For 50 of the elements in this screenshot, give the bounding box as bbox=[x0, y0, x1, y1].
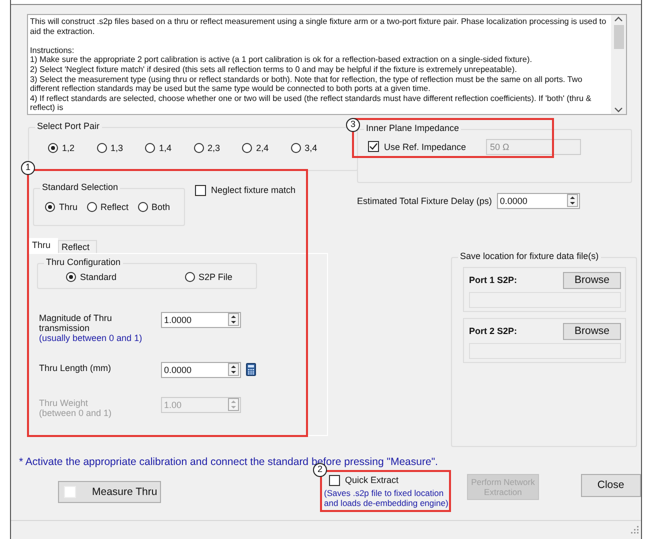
fixture-delay-label: Estimated Total Fixture Delay (ps) bbox=[357, 196, 492, 206]
port-pair-radio[interactable]: 2,3 bbox=[194, 142, 220, 153]
field-label: Thru Length (mm) bbox=[39, 362, 112, 373]
vertical-scrollbar[interactable] bbox=[611, 15, 626, 114]
port-pair-radio[interactable]: 1,4 bbox=[145, 142, 172, 153]
callout-number: 1 bbox=[21, 160, 35, 175]
description-text: 2) Select 'Neglect fixture match' if desired (this sets all reflection terms to 0 and may be helpful if the fixture is extremely unrepeatable). bbox=[30, 64, 518, 75]
measure-button[interactable]: Measure Thru bbox=[58, 480, 162, 503]
scrollbar-thumb[interactable] bbox=[614, 25, 624, 49]
field-label: Thru Weight bbox=[39, 398, 89, 408]
thru-config-radio[interactable]: Standard bbox=[66, 272, 117, 282]
description-text: Instructions: bbox=[30, 46, 76, 56]
measurement-type-radio[interactable]: Thru bbox=[45, 202, 78, 212]
calculator-icon[interactable] bbox=[246, 362, 256, 376]
thru-config-radio[interactable]: S2P File bbox=[184, 272, 232, 282]
description-text: This will construct .s2p files based on a thru or reflect measurement using a single fixture arm or a two-port fixture pair. Phase localization processing is used to aid the extraction. bbox=[30, 17, 607, 36]
group-label: Save location for fixture data file(s) bbox=[458, 250, 601, 261]
callout-number: 3 bbox=[346, 118, 360, 132]
close-button[interactable]: Close bbox=[580, 474, 641, 497]
measurement-type-radio[interactable]: Reflect bbox=[86, 202, 129, 212]
description-text: 4) If reflect standards are selected, choose whether one or two will be used (the reflect standards must have different reflection coefficients). If 'both' (thru & reflect) is bbox=[30, 94, 592, 113]
description-text: 1) Make sure the appropriate 2 port calibration is active (a 1 port calibration is ok for a reflection-based extraction on a single-sided fixture). bbox=[30, 55, 533, 65]
quick-extract-hint: (Saves .s2p file to fixed location and loads de-embedding engine) bbox=[324, 488, 448, 508]
group-label: Standard Selection bbox=[40, 182, 120, 192]
number-spinner[interactable]: 0.0000 bbox=[161, 362, 241, 378]
field-label: Magnitude of Thru transmission bbox=[39, 312, 113, 333]
checkmark-icon bbox=[369, 142, 378, 152]
browse-button[interactable]: Browse bbox=[563, 322, 621, 340]
port-pair-radio[interactable]: 3,4 bbox=[290, 142, 318, 153]
number-spinner[interactable]: 0.0000 bbox=[496, 192, 580, 209]
group-label: Inner Plane Impedance bbox=[364, 122, 462, 133]
port-pair-radio[interactable]: 1,3 bbox=[96, 142, 124, 153]
port-label: Port 1 S2P: bbox=[469, 275, 518, 286]
neglect-checkbox[interactable]: Neglect fixture match bbox=[195, 184, 296, 196]
measurement-type-radio[interactable]: Both bbox=[138, 202, 170, 212]
port-label: Port 2 S2P: bbox=[469, 326, 518, 336]
group-label: Thru Configuration bbox=[44, 256, 123, 267]
quick-extract-checkbox[interactable]: Quick Extract bbox=[329, 474, 448, 486]
browse-button[interactable]: Browse bbox=[563, 272, 621, 289]
port-pair-radio[interactable]: 1,2 bbox=[48, 142, 75, 153]
tab[interactable]: Thru bbox=[28, 238, 58, 253]
field-hint: (between 0 and 1) bbox=[39, 408, 113, 418]
tab[interactable]: Reflect bbox=[58, 240, 97, 253]
port-pair-radio[interactable]: 2,4 bbox=[242, 142, 269, 153]
field-hint: (usually between 0 and 1) bbox=[39, 332, 144, 343]
resize-grip-icon[interactable] bbox=[629, 524, 639, 534]
description-textbox[interactable] bbox=[27, 14, 627, 115]
group-label: Select Port Pair bbox=[35, 120, 102, 131]
description-text: 3) Select the measurement type (using thru or reflect standards or both). Note that for reflection, the type of reflection must be the same on all ports. Two different reflection standards may be used but the same type would be connected to both ports at a given time. bbox=[30, 74, 584, 94]
number-spinner[interactable]: 1.0000 bbox=[161, 312, 241, 328]
